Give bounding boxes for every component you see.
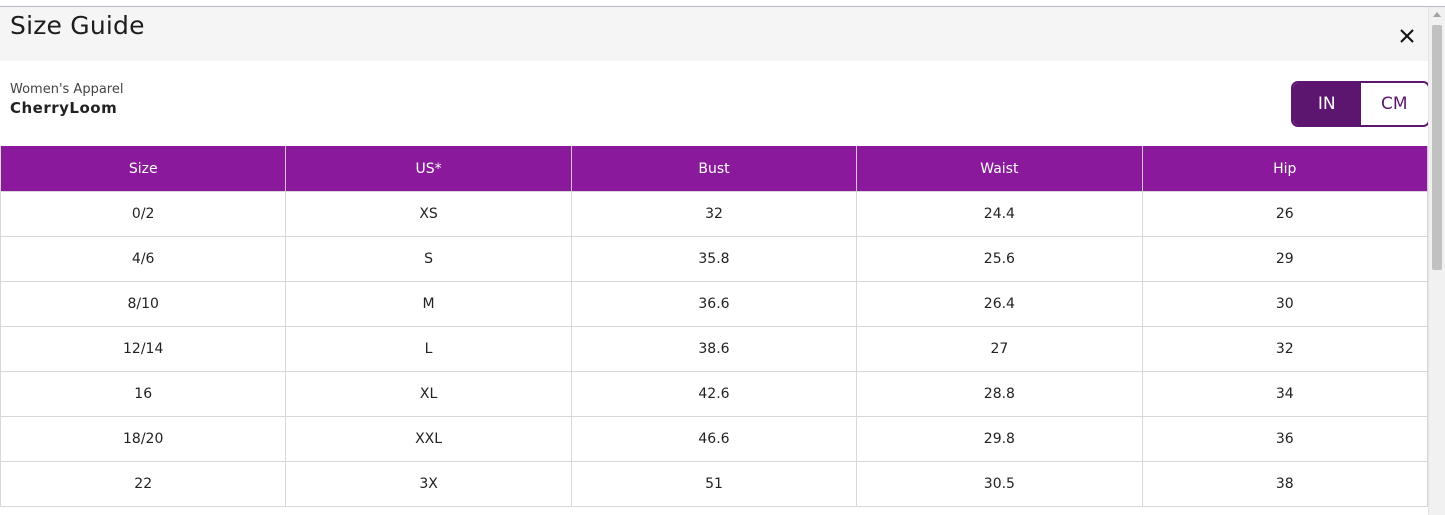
bust-cell: 42.6 [570, 371, 858, 417]
size-cell: 8/10 [0, 281, 287, 327]
product-brand: CherryLoom [10, 99, 118, 117]
scroll-up-arrow-icon[interactable] [1433, 12, 1441, 17]
hip-cell: 30 [1141, 281, 1429, 327]
unit-option-cm[interactable]: CM [1360, 83, 1428, 125]
column-header-us: US* [285, 146, 572, 192]
waist-cell: 24.4 [856, 191, 1143, 237]
us-size-cell: 3X [285, 461, 572, 507]
table-row: 0/2 XS 32 24.4 26 [0, 191, 1429, 237]
bust-cell: 36.6 [570, 281, 858, 327]
bust-cell: 38.6 [570, 326, 858, 372]
hip-cell: 38 [1141, 461, 1429, 507]
bust-cell: 35.8 [570, 236, 858, 282]
column-header-bust: Bust [570, 146, 858, 192]
close-button[interactable] [1395, 24, 1419, 48]
waist-cell: 30.5 [856, 461, 1143, 507]
waist-cell: 25.6 [856, 236, 1143, 282]
bust-cell: 46.6 [570, 416, 858, 462]
us-size-cell: L [285, 326, 572, 372]
us-size-cell: XXL [285, 416, 572, 462]
waist-cell: 28.8 [856, 371, 1143, 417]
scrollbar-thumb[interactable] [1432, 25, 1442, 270]
size-table: Size US* Bust Waist Hip 0/2 XS 32 24.4 2… [0, 146, 1429, 507]
column-header-hip: Hip [1141, 146, 1429, 192]
waist-cell: 27 [856, 326, 1143, 372]
table-row: 18/20 XXL 46.6 29.8 36 [0, 416, 1429, 462]
unit-option-in[interactable]: IN [1293, 83, 1361, 125]
size-cell: 18/20 [0, 416, 287, 462]
vertical-scrollbar[interactable] [1428, 7, 1445, 515]
waist-cell: 29.8 [856, 416, 1143, 462]
size-cell: 16 [0, 371, 287, 417]
bust-cell: 32 [570, 191, 858, 237]
hip-cell: 36 [1141, 416, 1429, 462]
unit-toggle: IN CM [1291, 81, 1430, 127]
bust-cell: 51 [570, 461, 858, 507]
size-cell: 0/2 [0, 191, 287, 237]
product-info: Women's Apparel CherryLoom [10, 82, 123, 118]
us-size-cell: XS [285, 191, 572, 237]
us-size-cell: M [285, 281, 572, 327]
window-top-edge [0, 0, 1445, 7]
table-row: 4/6 S 35.8 25.6 29 [0, 236, 1429, 282]
product-category: Women's Apparel [10, 82, 124, 97]
table-header-row: Size US* Bust Waist Hip [0, 146, 1429, 192]
table-row: 22 3X 51 30.5 38 [0, 461, 1429, 507]
close-icon [1400, 29, 1414, 43]
hip-cell: 29 [1141, 236, 1429, 282]
waist-cell: 26.4 [856, 281, 1143, 327]
column-header-size: Size [0, 146, 287, 192]
hip-cell: 32 [1141, 326, 1429, 372]
column-header-waist: Waist [856, 146, 1143, 192]
table-row: 8/10 M 36.6 26.4 30 [0, 281, 1429, 327]
hip-cell: 26 [1141, 191, 1429, 237]
modal-title: Size Guide [10, 11, 145, 40]
us-size-cell: XL [285, 371, 572, 417]
us-size-cell: S [285, 236, 572, 282]
size-cell: 22 [0, 461, 287, 507]
size-cell: 4/6 [0, 236, 287, 282]
modal-header: Size Guide [0, 7, 1428, 61]
size-guide-page: Size Guide Women's Apparel CherryLoom IN… [0, 0, 1445, 515]
table-row: 16 XL 42.6 28.8 34 [0, 371, 1429, 417]
size-cell: 12/14 [0, 326, 287, 372]
table-row: 12/14 L 38.6 27 32 [0, 326, 1429, 372]
hip-cell: 34 [1141, 371, 1429, 417]
